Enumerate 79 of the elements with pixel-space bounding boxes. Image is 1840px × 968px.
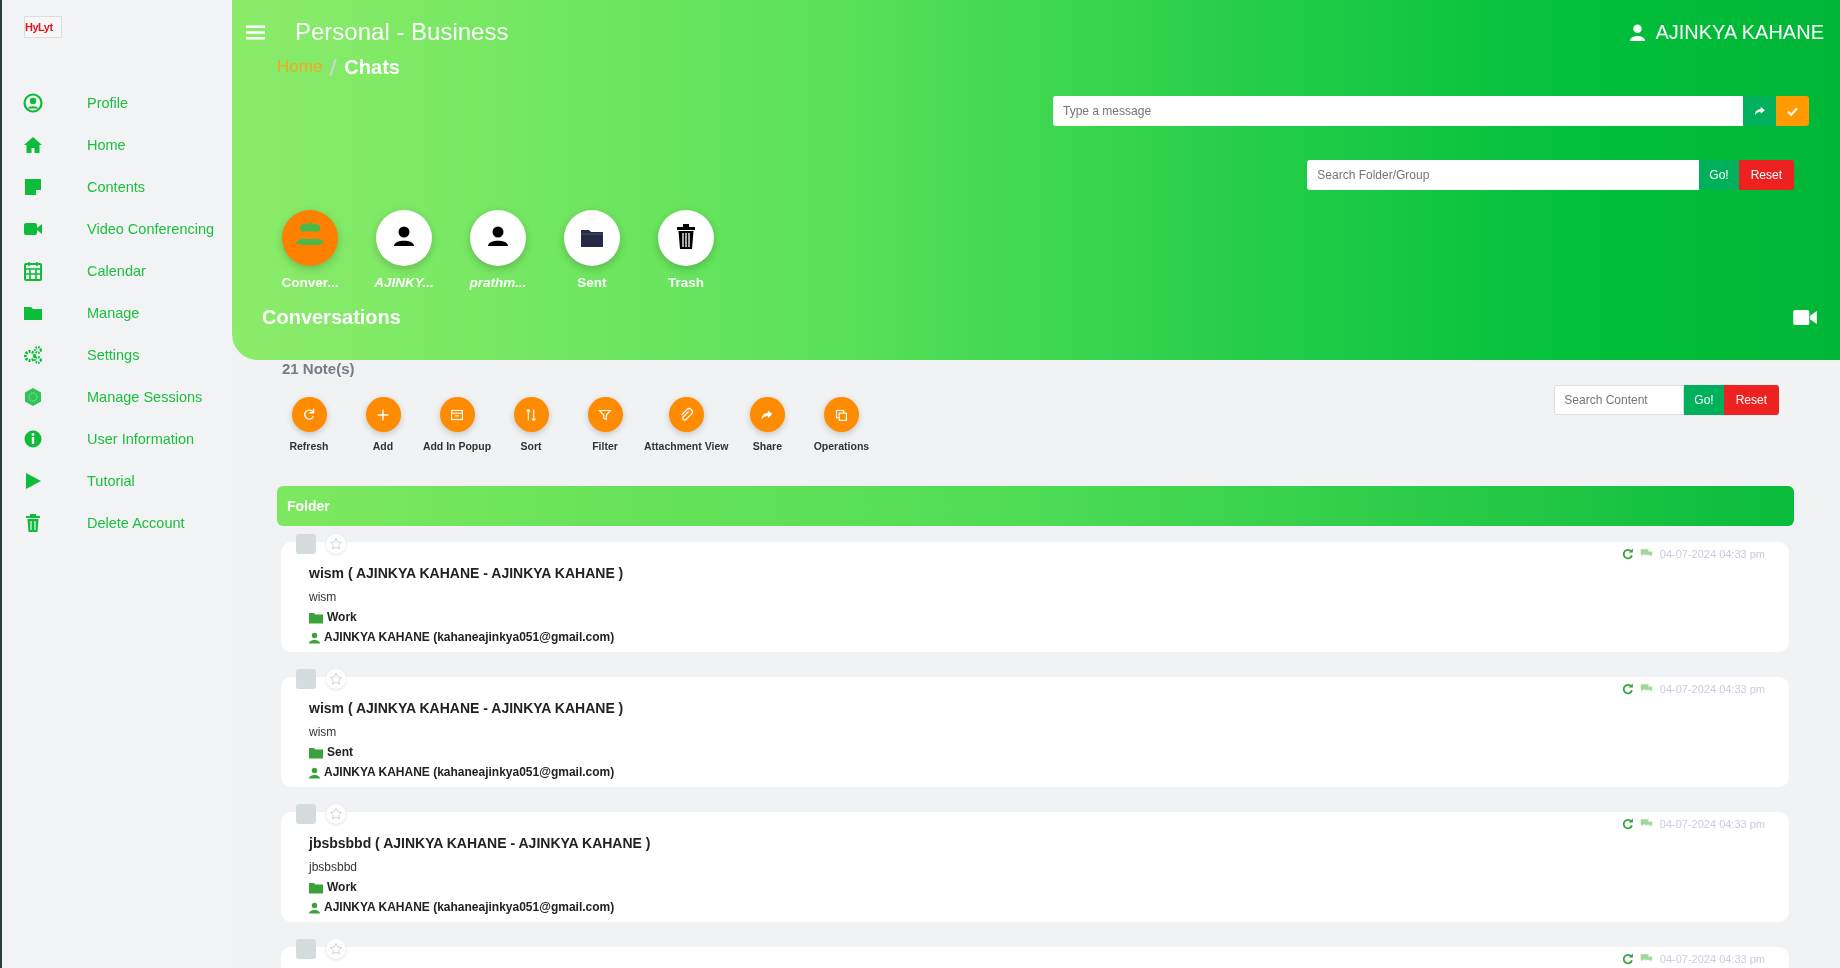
folder-header-bar[interactable]: Folder [277, 486, 1794, 526]
folder-icon [309, 882, 323, 894]
profile-icon [23, 93, 43, 113]
refresh-icon[interactable] [1620, 547, 1635, 561]
calendar-icon [23, 261, 43, 281]
note-text: wism [309, 590, 338, 604]
gears-icon [23, 345, 43, 365]
go-button[interactable]: Go! [1684, 385, 1724, 415]
video-camera-icon[interactable] [1793, 309, 1818, 326]
person-icon [309, 632, 320, 644]
user-icon [1630, 23, 1646, 41]
sidebar-item[interactable]: Home [2, 124, 232, 166]
note-folder: Sent [327, 745, 353, 759]
send-button[interactable] [1743, 96, 1776, 126]
note-title: wism ( AJINKYA KAHANE - AJINKYA KAHANE ) [309, 699, 625, 716]
sidebar-item[interactable]: Tutorial [2, 460, 232, 502]
page-title: Personal - Business [295, 18, 509, 46]
sidebar-item[interactable]: Profile [2, 82, 232, 124]
sidebar-item[interactable]: Video Conferencing [2, 208, 232, 250]
folder-icon [309, 612, 323, 624]
refresh-icon[interactable] [1620, 817, 1635, 831]
home-icon [23, 135, 43, 155]
refresh-icon[interactable] [1620, 682, 1635, 696]
note-text: jbsbsbbd [309, 860, 359, 874]
toolbar-button[interactable]: Share [730, 397, 805, 452]
sidebar-item[interactable]: Manage [2, 292, 232, 334]
toolbar-button[interactable]: Refresh [272, 397, 346, 452]
trash-icon [23, 513, 43, 533]
folder-search-field[interactable]: Search Folder/Group [1307, 160, 1700, 190]
sidebar-item[interactable]: Settings [2, 334, 232, 376]
checkbox[interactable] [296, 534, 316, 554]
menu-icon[interactable] [246, 24, 265, 40]
person-icon [309, 902, 320, 914]
sidebar-item[interactable]: User Information [2, 418, 232, 460]
app-logo[interactable]: HyLyt [24, 16, 62, 38]
reset-button[interactable]: Reset [1738, 160, 1794, 190]
star-button[interactable] [326, 939, 346, 959]
notes-count: 21 Note(s) [282, 360, 356, 377]
share-icon [1752, 104, 1767, 118]
star-button[interactable] [326, 804, 346, 824]
breadcrumb-current: Chats [344, 55, 400, 79]
note-folder: Work [327, 880, 357, 894]
message-field[interactable]: Type a message [1053, 96, 1743, 126]
note-icon [23, 177, 43, 197]
reset-button[interactable]: Reset [1723, 385, 1779, 415]
star-button[interactable] [326, 669, 346, 689]
note-title: wism ( AJINKYA KAHANE - AJINKYA KAHANE ) [309, 564, 625, 581]
toolbar-button[interactable]: Sort [494, 397, 568, 452]
hexagon-icon [23, 387, 43, 407]
person-icon [309, 767, 320, 779]
toolbar-button[interactable]: Filter [568, 397, 642, 452]
confirm-button[interactable] [1776, 96, 1809, 126]
checkbox[interactable] [296, 939, 316, 959]
sidebar-item[interactable]: Contents [2, 166, 232, 208]
go-button[interactable]: Go! [1699, 160, 1739, 190]
section-heading: Conversations [262, 306, 402, 329]
user-name[interactable]: AJINKYA KAHANE [1655, 20, 1824, 44]
note-text: wism [309, 725, 338, 739]
breadcrumb-link[interactable]: Home [277, 57, 323, 77]
note-owner: AJINKYA KAHANE (kahaneajinkya051@gmail.com) [324, 630, 615, 644]
checkbox[interactable] [296, 804, 316, 824]
content-search-field[interactable]: Search Content [1554, 385, 1685, 415]
folder-icon [309, 747, 323, 759]
note-folder: Work [327, 610, 357, 624]
refresh-icon[interactable] [1620, 952, 1635, 966]
info-icon [23, 429, 43, 449]
toolbar-button[interactable]: Add [346, 397, 420, 452]
checkbox[interactable] [296, 669, 316, 689]
star-button[interactable] [326, 534, 346, 554]
sidebar-item[interactable]: Manage Sessions [2, 376, 232, 418]
sidebar-item[interactable]: Delete Account [2, 502, 232, 544]
toolbar-button[interactable]: Operations [804, 397, 879, 452]
toolbar-button[interactable]: Attachment View [642, 397, 731, 452]
toolbar-button[interactable]: Add In Popup [420, 397, 494, 452]
play-icon [23, 471, 43, 491]
note-owner: AJINKYA KAHANE (kahaneajinkya051@gmail.com) [324, 900, 615, 914]
note-owner: AJINKYA KAHANE (kahaneajinkya051@gmail.com) [324, 765, 615, 779]
note-title: jbsbsbbd ( AJINKYA KAHANE - AJINKYA KAHANE ) [309, 834, 652, 851]
sidebar-item[interactable]: Calendar [2, 250, 232, 292]
